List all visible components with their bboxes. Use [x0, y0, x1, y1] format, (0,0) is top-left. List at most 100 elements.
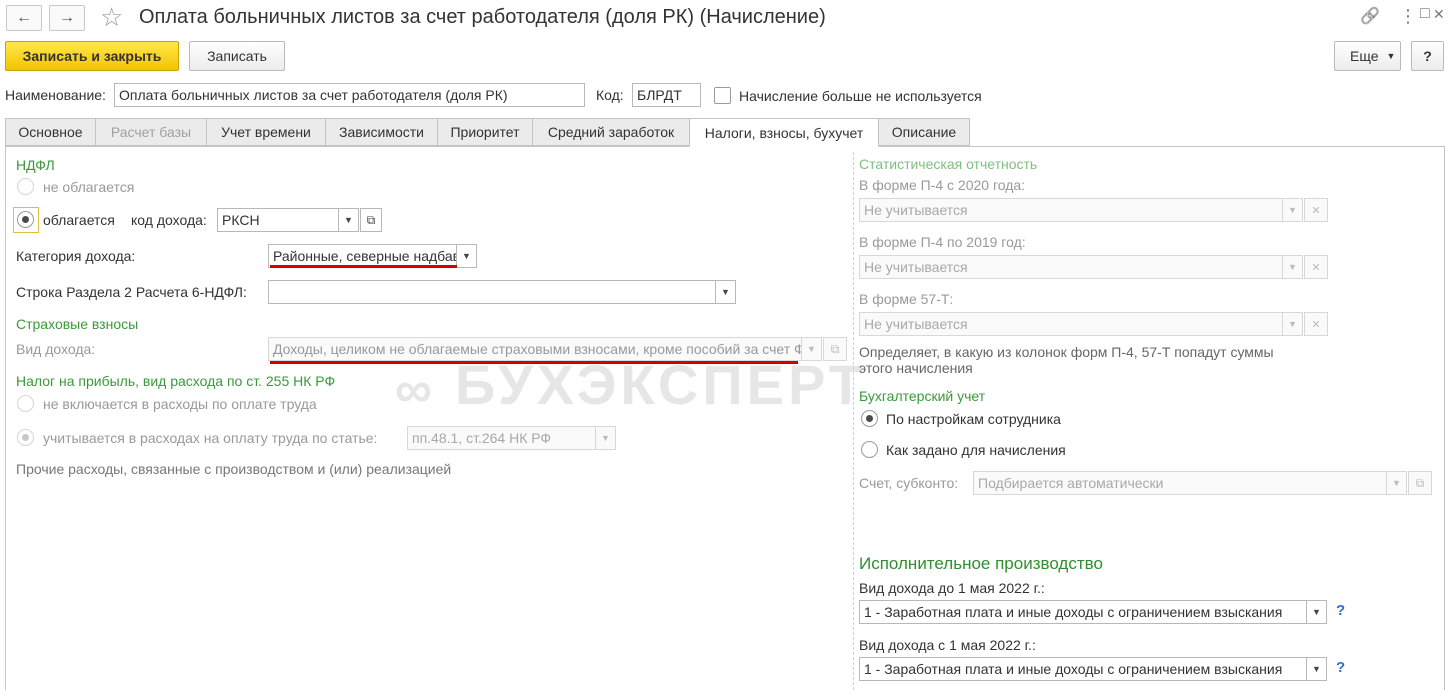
- accounting-by-employee-radio[interactable]: [861, 410, 878, 427]
- open-icon: ⧉: [366, 212, 376, 227]
- p4-2020-input[interactable]: Не учитывается: [859, 198, 1283, 222]
- arrow-left-icon: ←: [16, 9, 32, 26]
- more-menu-icon[interactable]: ⋮: [1399, 6, 1417, 27]
- p4-2019-input[interactable]: Не учитывается: [859, 255, 1283, 279]
- accounting-section-title: Бухгалтерский учет: [859, 388, 986, 404]
- accounting-as-set-label: Как задано для начисления: [886, 442, 1066, 458]
- ndfl-not-taxed-radio[interactable]: [17, 178, 34, 195]
- f57-dropdown[interactable]: ▼: [1283, 312, 1303, 336]
- f57-label: В форме 57-Т:: [859, 291, 954, 307]
- p4-2020-label: В форме П-4 с 2020 года:: [859, 177, 1026, 193]
- profit-article-input[interactable]: пп.48.1, ст.264 НК РФ: [407, 426, 596, 450]
- tab-average-earnings[interactable]: Средний заработок: [532, 118, 690, 146]
- tab-main[interactable]: Основное: [5, 118, 96, 146]
- f57-input[interactable]: Не учитывается: [859, 312, 1283, 336]
- profit-article-dropdown[interactable]: ▼: [596, 426, 616, 450]
- highlight-underline: [270, 361, 798, 364]
- insurance-income-type-input[interactable]: Доходы, целиком не облагаемые страховыми…: [268, 337, 802, 361]
- f57-clear-button[interactable]: ✕: [1304, 312, 1328, 336]
- close-icon[interactable]: ✕: [1433, 6, 1445, 23]
- insurance-income-type-label: Вид дохода:: [16, 341, 96, 357]
- account-input[interactable]: Подбирается автоматически: [973, 471, 1387, 495]
- p4-2019-clear-button[interactable]: ✕: [1304, 255, 1328, 279]
- 6ndfl-row-label: Строка Раздела 2 Расчета 6-НДФЛ:: [16, 284, 247, 300]
- profit-not-included-radio[interactable]: [17, 395, 34, 412]
- chevron-down-icon: ▼: [1392, 478, 1401, 488]
- accounting-as-set-radio[interactable]: [861, 441, 878, 458]
- enforcement-before-input[interactable]: 1 - Заработная плата и иные доходы с огр…: [859, 600, 1307, 624]
- more-label: Еще: [1350, 48, 1379, 64]
- account-label: Счет, субконто:: [859, 475, 959, 491]
- chevron-down-icon: ▼: [344, 215, 353, 225]
- enforcement-after-help-icon[interactable]: ?: [1336, 659, 1345, 676]
- enforcement-before-label: Вид дохода до 1 мая 2022 г.:: [859, 580, 1045, 596]
- chevron-down-icon: ▼: [1288, 319, 1297, 329]
- profit-included-radio[interactable]: [17, 429, 34, 446]
- insurance-section-title: Страховые взносы: [16, 316, 139, 332]
- open-icon: ⧉: [1415, 475, 1425, 490]
- insurance-income-type-open-button[interactable]: ⧉: [823, 337, 847, 361]
- tab-base-calc[interactable]: Расчет базы: [95, 118, 207, 146]
- p4-2020-dropdown[interactable]: ▼: [1283, 198, 1303, 222]
- tab-priority[interactable]: Приоритет: [437, 118, 533, 146]
- insurance-income-type-dropdown[interactable]: ▼: [802, 337, 822, 361]
- p4-2019-dropdown[interactable]: ▼: [1283, 255, 1303, 279]
- income-category-dropdown[interactable]: ▼: [457, 244, 477, 268]
- enforcement-before-help-icon[interactable]: ?: [1336, 602, 1345, 619]
- chevron-down-icon: ▼: [1312, 607, 1321, 617]
- ndfl-not-taxed-label: не облагается: [43, 179, 135, 195]
- account-dropdown[interactable]: ▼: [1387, 471, 1407, 495]
- back-button[interactable]: ←: [6, 5, 42, 31]
- clear-icon: ✕: [1311, 261, 1321, 274]
- open-icon: ⧉: [830, 341, 840, 356]
- column-separator: [853, 152, 854, 690]
- favorite-star-icon[interactable]: ☆: [100, 2, 123, 33]
- profit-tax-section-title: Налог на прибыль, вид расхода по ст. 255…: [16, 373, 336, 389]
- other-expenses-text: Прочие расходы, связанные с производство…: [16, 461, 452, 477]
- code-input[interactable]: БЛРДТ: [632, 83, 701, 107]
- chevron-down-icon: ▼: [807, 344, 816, 354]
- income-category-label: Категория дохода:: [16, 248, 136, 264]
- enforcement-after-input[interactable]: 1 - Заработная плата и иные доходы с огр…: [859, 657, 1307, 681]
- tab-taxes[interactable]: Налоги, взносы, бухучет: [689, 118, 879, 147]
- name-input[interactable]: Оплата больничных листов за счет работод…: [114, 83, 585, 107]
- income-code-input[interactable]: РКСН: [217, 208, 339, 232]
- forward-button[interactable]: →: [49, 5, 85, 31]
- unused-checkbox[interactable]: [714, 87, 731, 104]
- help-button[interactable]: ?: [1411, 41, 1444, 71]
- enforcement-before-dropdown[interactable]: ▼: [1307, 600, 1327, 624]
- income-code-dropdown[interactable]: ▼: [339, 208, 359, 232]
- unused-label: Начисление больше не используется: [739, 88, 982, 104]
- chevron-down-icon: ▼: [1312, 664, 1321, 674]
- highlight-underline: [270, 265, 457, 268]
- chevron-down-icon: ▼: [601, 433, 610, 443]
- 6ndfl-row-input[interactable]: [268, 280, 716, 304]
- tab-dependencies[interactable]: Зависимости: [325, 118, 438, 146]
- page-title: Оплата больничных листов за счет работод…: [139, 6, 826, 28]
- watermark-logo-icon: ∞: [395, 361, 433, 419]
- ndfl-taxed-radio[interactable]: [17, 211, 34, 228]
- name-label: Наименование:: [5, 87, 106, 103]
- profit-included-label: учитывается в расходах на оплату труда п…: [43, 430, 378, 446]
- chevron-down-icon: ▼: [1386, 51, 1396, 61]
- enforcement-after-label: Вид дохода с 1 мая 2022 г.:: [859, 637, 1036, 653]
- tab-time-accounting[interactable]: Учет времени: [206, 118, 326, 146]
- save-and-close-button[interactable]: Записать и закрыть: [5, 41, 179, 71]
- income-code-open-button[interactable]: ⧉: [360, 208, 382, 232]
- accounting-by-employee-label: По настройкам сотрудника: [886, 411, 1061, 427]
- save-button[interactable]: Записать: [189, 41, 285, 71]
- clear-icon: ✕: [1311, 204, 1321, 217]
- 6ndfl-row-dropdown[interactable]: ▼: [716, 280, 736, 304]
- tab-description[interactable]: Описание: [878, 118, 970, 146]
- enforcement-after-dropdown[interactable]: ▼: [1307, 657, 1327, 681]
- chevron-down-icon: ▼: [1288, 262, 1297, 272]
- ndfl-section-title: НДФЛ: [16, 157, 55, 173]
- account-open-button[interactable]: ⧉: [1408, 471, 1432, 495]
- more-button[interactable]: Еще ▼: [1334, 41, 1401, 71]
- link-icon[interactable]: 🔗: [1360, 6, 1380, 26]
- maximize-icon[interactable]: □: [1420, 5, 1430, 23]
- arrow-right-icon: →: [59, 9, 75, 26]
- p4-2020-clear-button[interactable]: ✕: [1304, 198, 1328, 222]
- chevron-down-icon: ▼: [1288, 205, 1297, 215]
- ndfl-taxed-label: облагается: [43, 212, 115, 228]
